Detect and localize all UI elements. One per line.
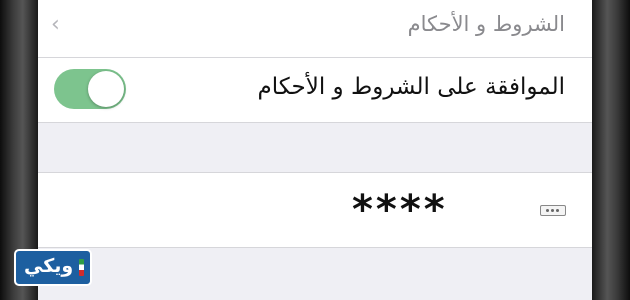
title-row: ‹ الشروط و الأحكام <box>38 0 592 58</box>
toggle-knob <box>88 71 124 107</box>
password-row[interactable]: **** <box>38 172 592 248</box>
agreement-row: الموافقة على الشروط و الأحكام <box>38 58 592 123</box>
wiki-logo: ويكي <box>14 249 92 286</box>
keyboard-dots-icon <box>540 205 566 216</box>
device-bezel-right <box>592 0 630 300</box>
agreement-label: الموافقة على الشروط و الأحكام <box>257 74 565 100</box>
logo-text: ويكي <box>24 255 74 277</box>
agreement-toggle[interactable] <box>54 69 126 109</box>
chevron-left-icon[interactable]: ‹ <box>51 12 60 37</box>
page-title: الشروط و الأحكام <box>407 12 565 36</box>
password-field[interactable]: **** <box>352 187 448 233</box>
flag-icon <box>79 259 84 276</box>
phone-screen: ‹ الشروط و الأحكام الموافقة على الشروط و… <box>38 0 592 300</box>
